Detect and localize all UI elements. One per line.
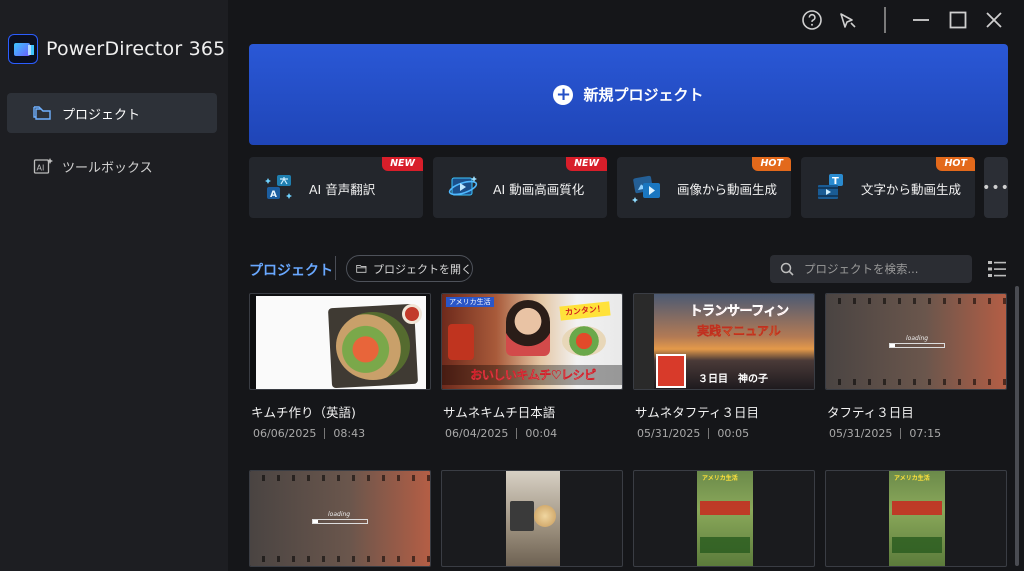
projects-header-divider <box>335 256 336 280</box>
project-date: 05/31/2025 <box>829 427 893 440</box>
project-duration: 00:05 <box>717 427 750 440</box>
project-thumbnail: トランサーフィン 実践マニュアル ３日目 神の子 <box>633 293 815 390</box>
project-thumbnail: アメリカ生活 <box>633 470 815 567</box>
sidebar: PowerDirector 365 プロジェクト AI ツールボックス <box>0 0 228 571</box>
project-thumbnail: カンタン！ アメリカ生活 おいしいキムチ♡レシピ <box>441 293 623 390</box>
new-project-content: + 新規プロジェクト <box>553 84 704 105</box>
close-icon <box>986 12 1002 28</box>
project-name: サムネタフティ３日目 <box>635 405 760 420</box>
project-name: サムネキムチ日本語 <box>443 405 556 420</box>
project-name: キムチ作り（英語) <box>251 405 356 420</box>
tool-label: AI 音声翻訳 <box>309 182 376 197</box>
thumbnail-caption: アメリカ生活 <box>446 297 494 307</box>
project-thumbnail: アメリカ生活 <box>825 470 1007 567</box>
minimize-icon <box>913 19 929 21</box>
help-icon <box>802 10 822 30</box>
video-enhance-icon <box>448 176 478 196</box>
tool-label: AI 動画高画質化 <box>493 182 585 197</box>
open-project-label: プロジェクトを開く <box>373 262 472 276</box>
project-duration: 00:04 <box>525 427 558 440</box>
svg-text:AI: AI <box>37 164 45 173</box>
projects-section-title: プロジェクト <box>249 263 333 279</box>
loading-text: loading <box>328 511 351 518</box>
minimize-button[interactable] <box>909 8 933 32</box>
maximize-button[interactable] <box>946 8 970 32</box>
folder-icon <box>33 106 51 120</box>
tool-label: 文字から動画生成 <box>861 182 962 197</box>
thumbnail-title: トランサーフィン <box>689 304 789 320</box>
search-icon <box>780 262 794 276</box>
project-duration: 08:43 <box>333 427 366 440</box>
project-meta: 06/04/2025 00:04 <box>445 427 557 440</box>
new-badge: NEW <box>566 157 607 171</box>
open-project-button[interactable]: プロジェクトを開く <box>346 255 473 282</box>
project-thumbnail: loading <box>825 293 1007 390</box>
app-title: PowerDirector 365 <box>46 38 226 60</box>
sidebar-item-toolbox[interactable]: AI ツールボックス <box>7 146 217 186</box>
project-thumbnail: loading <box>249 470 431 567</box>
new-project-button[interactable]: + 新規プロジェクト <box>249 44 1008 145</box>
loading-text: loading <box>906 335 929 342</box>
titlebar-divider <box>884 7 886 33</box>
search-input[interactable] <box>804 262 954 276</box>
tool-image-to-video[interactable]: 画像から動画生成 HOT <box>617 157 791 218</box>
voice-translate-icon: A <box>265 175 292 200</box>
ai-toolbox-icon: AI <box>33 158 53 174</box>
project-meta: 05/31/2025 00:05 <box>637 427 749 440</box>
text-to-video-icon: T <box>818 174 843 199</box>
sidebar-item-label: ツールボックス <box>62 160 153 176</box>
svg-text:A: A <box>270 190 277 200</box>
thumbnail-caption: アメリカ生活 <box>894 475 930 482</box>
tool-label: 画像から動画生成 <box>677 182 778 197</box>
thumbnail-image <box>256 296 426 389</box>
list-view-icon[interactable] <box>987 259 1007 279</box>
thumbnail-caption: アメリカ生活 <box>702 475 738 482</box>
notification-button[interactable] <box>836 8 860 32</box>
sidebar-item-projects[interactable]: プロジェクト <box>7 93 217 133</box>
new-badge: NEW <box>382 157 423 171</box>
thumbnail-subtitle: 実践マニュアル <box>697 324 781 338</box>
sidebar-item-label: プロジェクト <box>62 107 141 123</box>
help-button[interactable] <box>800 8 824 32</box>
thumbnail-day: ３日目 神の子 <box>698 374 768 385</box>
plus-circle-icon: + <box>553 84 574 105</box>
new-project-label: 新規プロジェクト <box>583 86 704 104</box>
notification-icon <box>840 13 856 28</box>
more-tools-button[interactable]: ••• <box>982 157 1009 218</box>
tool-text-to-video[interactable]: T 文字から動画生成 HOT <box>801 157 975 218</box>
project-thumbnail <box>441 470 623 567</box>
project-search <box>770 255 972 283</box>
image-to-video-icon <box>632 175 660 203</box>
powerdirector-logo-icon <box>8 34 38 64</box>
close-button[interactable] <box>982 8 1006 32</box>
thumbnail-title: おいしいキムチ♡レシピ <box>442 365 622 385</box>
loading-bar <box>312 519 368 524</box>
tool-ai-voice-translate[interactable]: A AI 音声翻訳 NEW <box>249 157 423 218</box>
tool-ai-video-enhance[interactable]: AI 動画高画質化 NEW <box>433 157 607 218</box>
project-date: 06/06/2025 <box>253 427 317 440</box>
project-thumbnail <box>249 293 431 390</box>
project-date: 05/31/2025 <box>637 427 701 440</box>
project-duration: 07:15 <box>909 427 942 440</box>
project-meta: 06/06/2025 08:43 <box>253 427 365 440</box>
project-name: タフティ３日目 <box>827 405 914 420</box>
project-meta: 05/31/2025 07:15 <box>829 427 941 440</box>
app-brand: PowerDirector 365 <box>8 34 225 64</box>
loading-bar <box>889 343 945 348</box>
scrollbar[interactable] <box>1015 286 1019 566</box>
maximize-icon <box>949 11 967 29</box>
hot-badge: HOT <box>752 157 791 171</box>
hot-badge: HOT <box>936 157 975 171</box>
project-date: 06/04/2025 <box>445 427 509 440</box>
open-folder-icon <box>356 264 367 273</box>
